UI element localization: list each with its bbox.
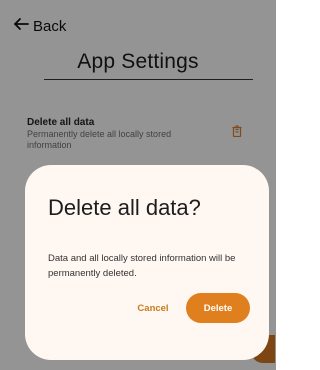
dialog-message: Data and all locally stored information … — [48, 253, 236, 279]
dialog-title: Delete all data? — [48, 195, 201, 220]
cancel-button[interactable]: Cancel — [129, 297, 177, 319]
delete-button[interactable]: Delete — [186, 293, 250, 323]
confirm-delete-dialog: Delete all data? Data and all locally st… — [25, 165, 269, 360]
app-settings-screen: Back App Settings Delete all data Perman… — [0, 0, 276, 370]
